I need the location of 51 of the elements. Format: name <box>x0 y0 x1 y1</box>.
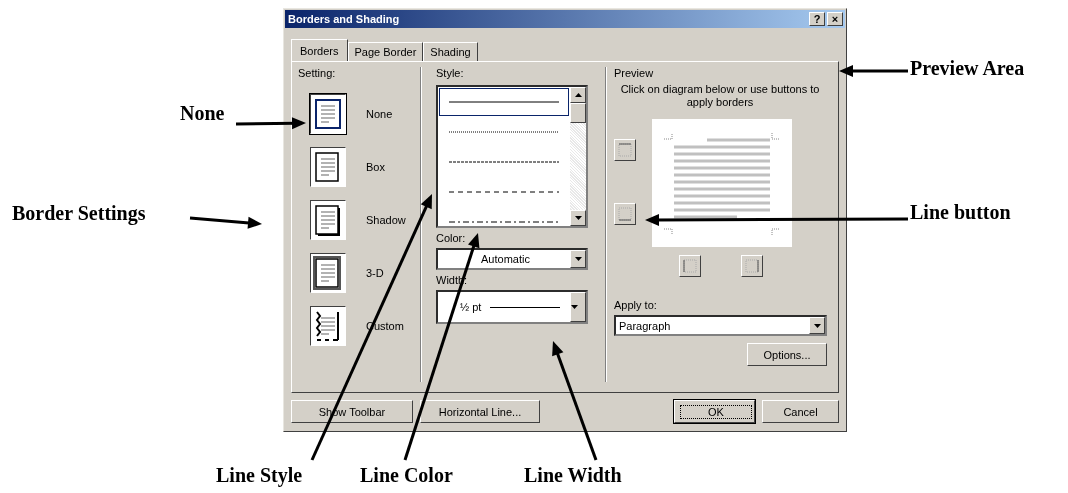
dialog-button[interactable]: Horizontal Line... <box>420 400 540 423</box>
style-label: Style: <box>436 67 465 81</box>
color-label: Color: <box>436 232 467 246</box>
scrollbar-thumb[interactable] <box>570 103 586 123</box>
up-arrow-icon <box>574 93 582 97</box>
options-button[interactable]: Options... <box>747 343 827 366</box>
annotation-label: Border Settings <box>12 202 146 225</box>
dialog-button[interactable]: Cancel <box>762 400 839 423</box>
close-button[interactable]: × <box>827 12 843 26</box>
down-arrow-icon <box>574 257 582 261</box>
tab[interactable]: Page Border <box>347 42 424 61</box>
top-border-button[interactable] <box>614 139 636 161</box>
width-dropdown[interactable]: ½ pt <box>436 290 588 324</box>
window-title: Borders and Shading <box>288 13 401 25</box>
line-style-option[interactable] <box>439 88 569 116</box>
annotation-label: Line Style <box>216 464 303 487</box>
tab[interactable]: Shading <box>423 42 478 61</box>
setting-button[interactable] <box>310 93 346 134</box>
preview-diagram[interactable] <box>652 119 792 247</box>
setting-label: None <box>366 107 393 120</box>
annotation-label: Line Color <box>360 464 453 487</box>
preview-label: Preview <box>614 67 655 81</box>
down-arrow-icon <box>574 216 582 220</box>
setting-label: Setting: <box>298 67 337 81</box>
annotation-label: Preview Area <box>910 57 1025 80</box>
setting-label: Box <box>366 160 385 173</box>
annotation-label: None <box>180 102 225 125</box>
apply-to-label: Apply to: <box>614 299 658 313</box>
down-arrow-icon <box>571 305 579 309</box>
style-list[interactable] <box>436 85 588 228</box>
dialog-button[interactable]: OK <box>674 400 755 423</box>
annotation-label: Line button <box>910 201 1011 224</box>
setting-button[interactable] <box>310 305 346 346</box>
preview-hint: Click on diagram below or use buttons to apply borders <box>619 83 821 109</box>
setting-label: 3-D <box>366 266 384 279</box>
tab[interactable]: Borders <box>291 39 348 61</box>
callout-arrow <box>839 65 908 77</box>
help-button[interactable]: ? <box>809 12 825 26</box>
down-arrow-icon <box>813 323 821 328</box>
setting-label: Shadow <box>366 213 406 226</box>
scrollbar[interactable] <box>570 87 586 226</box>
right-border-button[interactable] <box>741 255 763 277</box>
apply-to-dropdown[interactable]: Paragraph <box>614 315 827 336</box>
left-border-button[interactable] <box>679 255 701 277</box>
bottom-border-button[interactable] <box>614 203 636 225</box>
setting-button[interactable] <box>310 252 346 293</box>
callout-arrow <box>235 117 306 130</box>
setting-button[interactable] <box>310 146 346 187</box>
setting-button[interactable] <box>310 199 346 240</box>
annotation-label: Line Width <box>524 464 622 487</box>
color-dropdown[interactable]: Automatic <box>436 248 588 270</box>
